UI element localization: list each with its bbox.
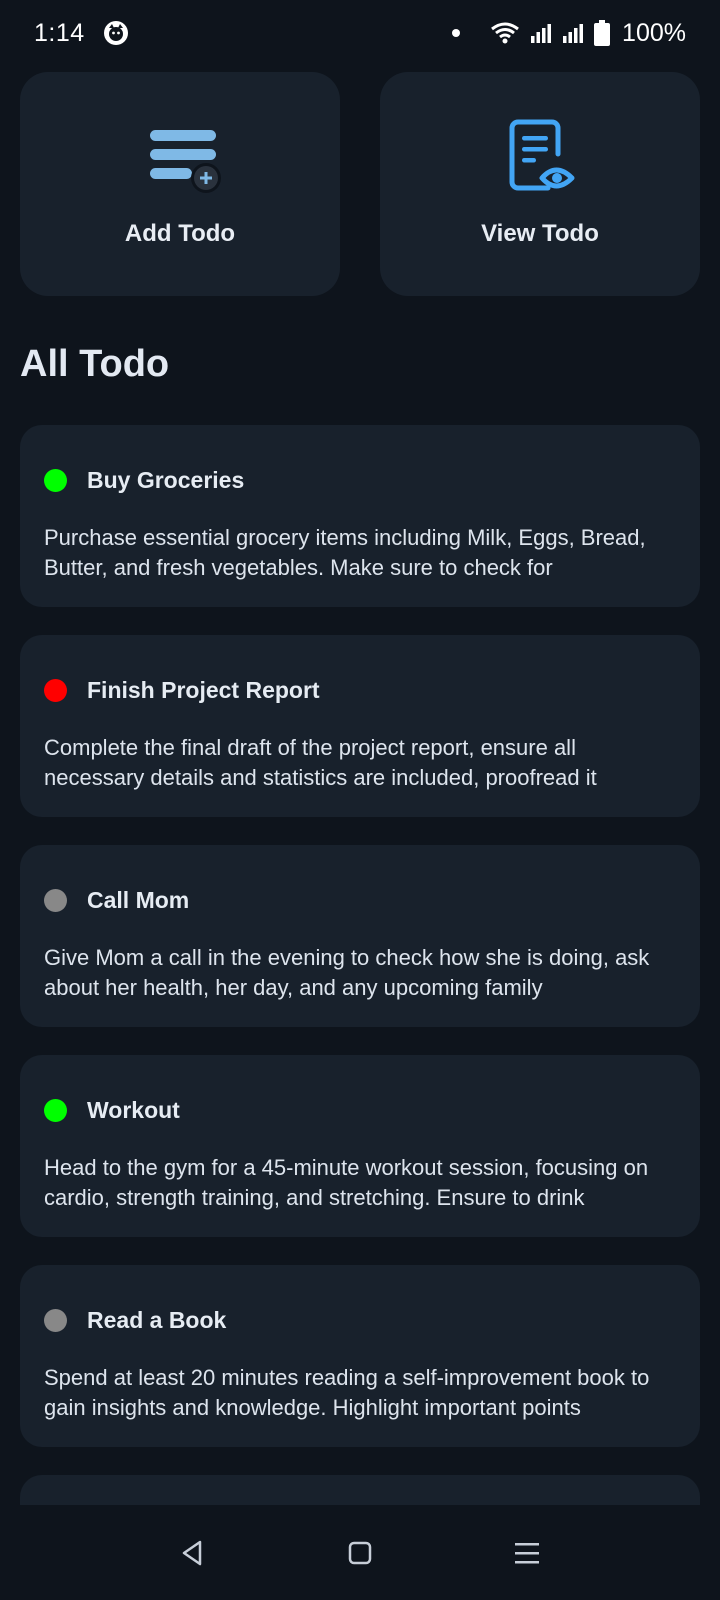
todo-title: Read a Book — [87, 1306, 227, 1333]
home-button[interactable] — [340, 1533, 380, 1573]
back-icon — [183, 1540, 202, 1565]
status-dot — [44, 888, 67, 912]
recents-button[interactable] — [507, 1533, 547, 1573]
todo-list[interactable]: Buy Groceries Purchase essential grocery… — [20, 425, 700, 1505]
todo-card[interactable]: Buy Groceries Purchase essential grocery… — [20, 425, 700, 607]
todo-title: Finish Project Report — [87, 676, 320, 703]
section-title: All Todo — [20, 343, 170, 385]
cat-app-icon — [103, 21, 128, 45]
todo-header: Buy Groceries — [44, 463, 676, 497]
todo-description: Purchase essential grocery items includi… — [44, 525, 646, 580]
status-dot — [44, 678, 67, 702]
wifi-icon — [491, 22, 519, 44]
add-list-icon — [150, 130, 221, 193]
todo-description: Complete the final draft of the project … — [44, 735, 597, 790]
add-todo-label: Add Todo — [124, 220, 236, 247]
todo-header: Call Mom — [44, 883, 676, 917]
document-eye-icon — [509, 119, 575, 191]
battery-icon — [594, 20, 611, 46]
notification-dot — [452, 29, 461, 37]
todo-header: Workout — [44, 1093, 676, 1127]
navigation-bar — [0, 1505, 720, 1600]
add-todo-button[interactable]: Add Todo — [20, 72, 340, 296]
todo-card[interactable]: Read a Book Spend at least 20 minutes re… — [20, 1265, 700, 1447]
status-dot — [44, 1308, 67, 1332]
todo-description: Give Mom a call in the evening to check … — [44, 945, 650, 1000]
action-cards: Add Todo View Todo — [20, 72, 700, 296]
todo-title: Workout — [87, 1096, 180, 1123]
todo-title: Buy Groceries — [87, 466, 245, 493]
todo-card[interactable]: Call Mom Give Mom a call in the evening … — [20, 845, 700, 1027]
todo-header: Read a Book — [44, 1303, 676, 1337]
status-bar: 1:14 100% — [0, 0, 720, 66]
todo-description: Spend at least 20 minutes reading a self… — [44, 1365, 650, 1420]
signal-icon — [563, 24, 584, 43]
todo-card[interactable]: Workout Head to the gym for a 45-minute … — [20, 1055, 700, 1237]
view-todo-button[interactable]: View Todo — [380, 72, 700, 296]
back-button[interactable] — [173, 1533, 213, 1573]
signal-icon — [531, 24, 552, 43]
status-dot — [44, 1098, 67, 1122]
status-dot — [44, 468, 67, 492]
home-icon — [348, 1541, 372, 1564]
todo-card[interactable]: Finish Project Report Complete the final… — [20, 635, 700, 817]
todo-title: Call Mom — [87, 886, 190, 913]
battery-percent: 100% — [622, 18, 686, 47]
menu-icon — [514, 1542, 539, 1563]
todo-description: Head to the gym for a 45-minute workout … — [44, 1155, 649, 1210]
status-time: 1:14 — [34, 18, 85, 47]
todo-header: Finish Project Report — [44, 673, 676, 707]
todo-card-partial[interactable] — [20, 1475, 700, 1505]
view-todo-label: View Todo — [481, 220, 599, 247]
